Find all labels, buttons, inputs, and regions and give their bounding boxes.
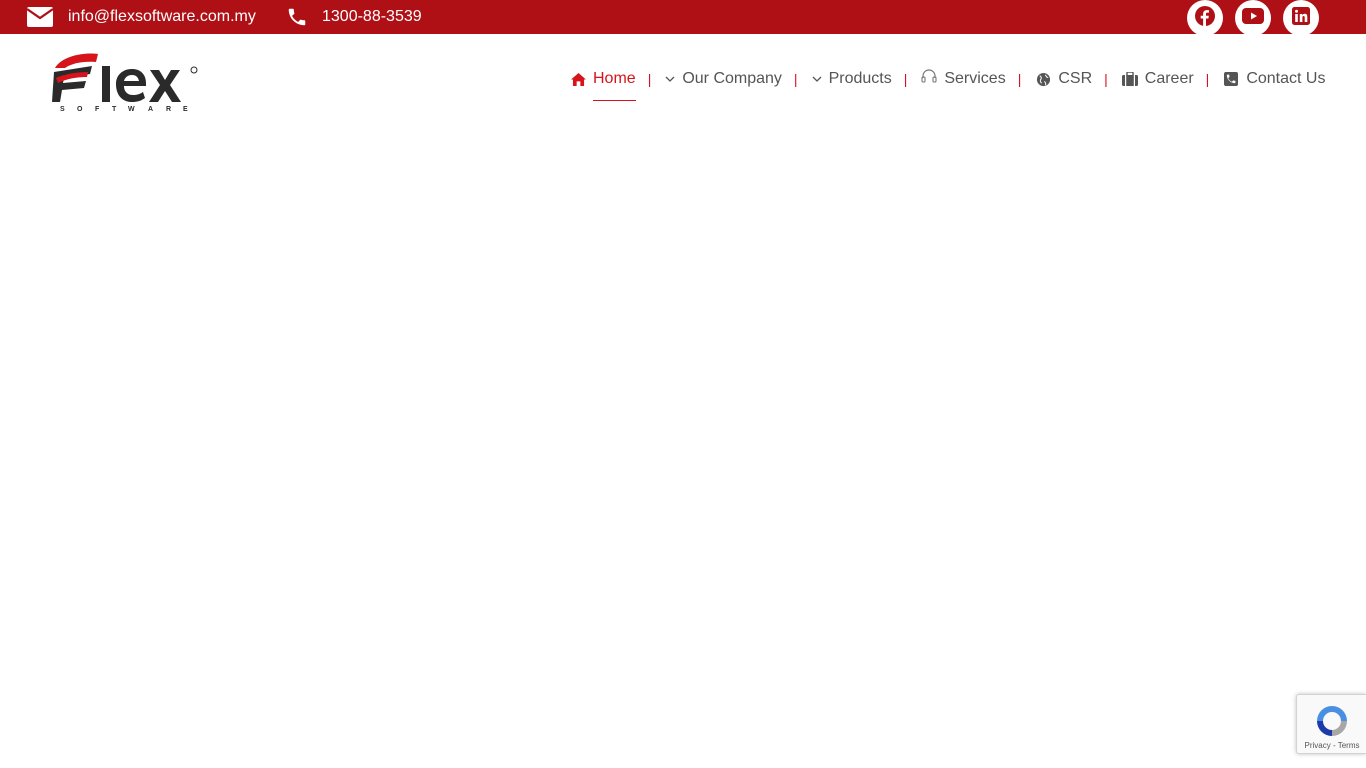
globe-icon: [1035, 71, 1051, 87]
recaptcha-badge[interactable]: Privacy - Terms: [1296, 694, 1366, 754]
svg-text:F: F: [95, 106, 100, 112]
nav-item-career[interactable]: Career: [1121, 67, 1194, 91]
nav-separator: |: [903, 71, 908, 87]
chevron-down-icon: [665, 71, 675, 87]
envelope-icon: [27, 7, 53, 27]
facebook-link[interactable]: [1187, 0, 1223, 36]
nav-label-products[interactable]: Products: [829, 70, 892, 88]
youtube-link[interactable]: [1235, 0, 1271, 36]
recaptcha-links[interactable]: Privacy - Terms: [1297, 741, 1366, 750]
nav-item-home[interactable]: Home: [570, 67, 636, 101]
briefcase-icon: [1121, 71, 1138, 87]
nav-separator: |: [793, 71, 798, 87]
svg-text:W: W: [128, 106, 135, 112]
facebook-icon: [1195, 5, 1215, 31]
headset-icon: [921, 68, 937, 84]
svg-text:S: S: [60, 106, 65, 112]
svg-text:A: A: [148, 106, 153, 112]
chevron-down-icon: [812, 71, 822, 87]
nav-label-contact-us[interactable]: Contact Us: [1246, 70, 1325, 88]
nav-item-services[interactable]: Services: [921, 67, 1006, 91]
flex-software-logo[interactable]: SOFT WARE: [52, 50, 200, 113]
svg-text:T: T: [112, 106, 117, 112]
nav-separator: |: [647, 71, 652, 87]
nav-separator: |: [1104, 71, 1108, 87]
phone-contact[interactable]: 1300-88-3539: [286, 0, 422, 34]
nav-label-csr[interactable]: CSR: [1058, 70, 1092, 88]
nav-label-our-company[interactable]: Our Company: [682, 70, 782, 88]
nav-label-career[interactable]: Career: [1145, 70, 1194, 88]
linkedin-icon: [1292, 6, 1310, 30]
svg-text:R: R: [166, 106, 171, 112]
top-bar: info@flexsoftware.com.my 1300-88-3539: [0, 0, 1366, 36]
email-text[interactable]: info@flexsoftware.com.my: [68, 8, 256, 26]
nav-label-services[interactable]: Services: [944, 70, 1005, 88]
nav-label-home[interactable]: Home: [593, 70, 636, 101]
nav-item-contact-us[interactable]: Contact Us: [1223, 67, 1325, 91]
nav-separator: |: [1205, 71, 1210, 87]
phone-square-icon: [1223, 71, 1239, 87]
recaptcha-icon: [1314, 703, 1350, 739]
nav-item-csr[interactable]: CSR: [1035, 67, 1092, 91]
phone-text[interactable]: 1300-88-3539: [322, 8, 422, 26]
main-nav: Home | Our Company | Products | Services…: [570, 34, 1325, 124]
nav-item-products[interactable]: Products: [812, 67, 892, 91]
svg-text:O: O: [77, 106, 83, 112]
home-icon: [570, 71, 586, 87]
youtube-icon: [1242, 7, 1264, 29]
nav-separator: |: [1017, 71, 1022, 87]
nav-item-our-company[interactable]: Our Company: [665, 67, 782, 91]
phone-icon: [286, 6, 308, 28]
svg-text:E: E: [183, 106, 188, 112]
linkedin-link[interactable]: [1283, 0, 1319, 36]
email-contact[interactable]: info@flexsoftware.com.my: [27, 0, 256, 34]
